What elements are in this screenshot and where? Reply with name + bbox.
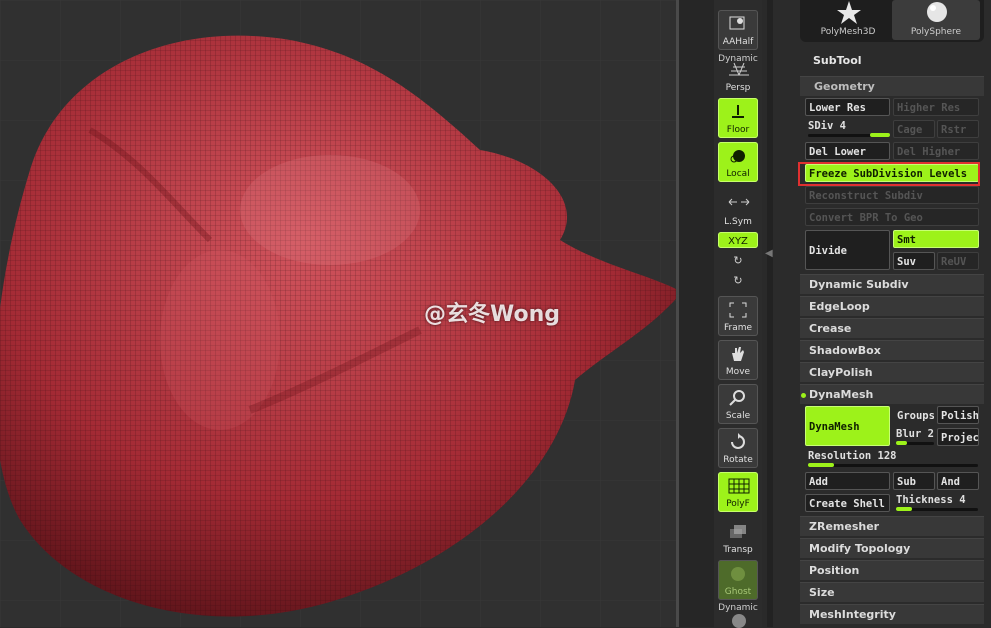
position-section[interactable]: Position — [800, 560, 984, 580]
reuv-button[interactable]: ReUV — [937, 252, 979, 270]
perspective-grid-icon — [729, 62, 749, 76]
floor-label: Floor — [726, 125, 750, 135]
create-shell-button[interactable]: Create Shell — [805, 494, 890, 512]
polyframe-grid-icon — [728, 478, 750, 494]
gutter — [679, 0, 714, 627]
dynamic-subdiv-section[interactable]: Dynamic Subdiv — [800, 274, 984, 294]
hand-icon — [732, 347, 744, 361]
rotate-label: Rotate — [723, 455, 753, 465]
blur-slider-label: Blur 2 — [896, 428, 934, 440]
meshintegrity-section[interactable]: MeshIntegrity — [800, 604, 984, 624]
highlight-box — [798, 162, 980, 186]
xyz-button[interactable]: XYZ — [718, 232, 758, 248]
shadowbox-section[interactable]: ShadowBox — [800, 340, 984, 360]
viewport-canvas[interactable] — [0, 0, 676, 627]
polysphere-thumb[interactable]: PolySphere — [892, 0, 980, 40]
rotate-z-icon[interactable]: ↻ — [718, 274, 758, 287]
suv-toggle[interactable]: Suv — [893, 252, 935, 270]
sub-button[interactable]: Sub — [893, 472, 935, 490]
ghost-icon — [731, 567, 745, 581]
dynamic-bottom-label: Dynamic — [718, 603, 758, 613]
polish-toggle[interactable]: Polish — [937, 406, 979, 424]
local-label: Local — [726, 169, 750, 179]
rotate-icon — [731, 433, 745, 449]
polyf-button[interactable]: PolyF — [718, 472, 758, 512]
mesh-render — [0, 0, 676, 627]
divide-button[interactable]: Divide — [805, 230, 890, 270]
polymesh3d-label: PolyMesh3D — [820, 27, 876, 37]
zremesher-section[interactable]: ZRemesher — [800, 516, 984, 536]
collapse-arrow-icon[interactable]: ◀ — [765, 248, 773, 262]
del-lower-button[interactable]: Del Lower — [805, 142, 890, 160]
resolution-slider-fill — [808, 463, 834, 467]
frame-icon — [729, 302, 747, 318]
aahalf-icon — [729, 16, 745, 30]
crease-section[interactable]: Crease — [800, 318, 984, 338]
subtool-header[interactable]: SubTool — [813, 54, 862, 67]
lsym-arrows-icon — [728, 198, 750, 206]
magnifier-icon — [729, 390, 745, 406]
convert-bpr-button[interactable]: Convert BPR To Geo — [805, 208, 979, 226]
transp-label: Transp — [723, 545, 753, 555]
move-button[interactable]: Move — [718, 340, 758, 380]
watermark: @玄冬Wong — [424, 302, 561, 327]
star-icon — [837, 1, 861, 24]
lower-res-button[interactable]: Lower Res — [805, 98, 890, 116]
active-indicator-dot — [801, 393, 806, 398]
resolution-slider-label: Resolution 128 — [808, 450, 897, 462]
lsym-label: L.Sym — [724, 217, 752, 227]
reconstruct-subdiv-button[interactable]: Reconstruct Subdiv — [805, 186, 979, 204]
scale-label: Scale — [725, 411, 751, 421]
aahalf-label: AAHalf — [722, 37, 754, 47]
transp-button[interactable]: Transp — [718, 518, 758, 558]
rotate-button[interactable]: Rotate — [718, 428, 758, 468]
claypolish-section[interactable]: ClayPolish — [800, 362, 984, 382]
sphere-icon — [927, 2, 947, 22]
local-icon — [730, 150, 745, 163]
ghost-button[interactable]: Ghost — [718, 560, 758, 600]
thickness-slider-fill — [896, 507, 912, 511]
size-section[interactable]: Size — [800, 582, 984, 602]
del-higher-button[interactable]: Del Higher — [893, 142, 979, 160]
modify-topology-section[interactable]: Modify Topology — [800, 538, 984, 558]
geometry-header[interactable]: Geometry — [800, 76, 984, 96]
project-toggle[interactable]: Projec — [937, 428, 979, 446]
thickness-slider-label: Thickness 4 — [896, 494, 966, 506]
persp-label: Persp — [725, 83, 751, 93]
aahalf-button[interactable]: AAHalf — [718, 10, 758, 50]
higher-res-button[interactable]: Higher Res — [893, 98, 979, 116]
frame-label: Frame — [723, 323, 753, 333]
tool-thumbnails: PolyMesh3D PolySphere — [800, 0, 984, 42]
frame-button[interactable]: Frame — [718, 296, 758, 336]
polyf-label: PolyF — [726, 499, 750, 509]
scale-button[interactable]: Scale — [718, 384, 758, 424]
polymesh3d-thumb[interactable]: PolyMesh3D — [804, 0, 892, 40]
xyz-label: XYZ — [728, 236, 748, 247]
ghost-label: Ghost — [724, 587, 752, 597]
sphere-icon[interactable] — [732, 614, 746, 628]
edgeloop-section[interactable]: EdgeLoop — [800, 296, 984, 316]
floor-icon — [732, 105, 744, 118]
sdiv-slider-fill — [870, 133, 890, 137]
rotate-y-icon[interactable]: ↻ — [718, 254, 758, 267]
groups-toggle[interactable]: Groups — [893, 406, 935, 424]
move-label: Move — [725, 367, 751, 377]
and-button[interactable]: And — [937, 472, 979, 490]
persp-button[interactable]: Persp — [718, 56, 758, 96]
local-button[interactable]: Local — [718, 142, 758, 182]
cage-button[interactable]: Cage — [893, 120, 935, 138]
add-button[interactable]: Add — [805, 472, 890, 490]
sdiv-slider-label: SDiv 4 — [808, 120, 846, 132]
blur-slider-fill — [896, 441, 907, 445]
polysphere-label: PolySphere — [910, 27, 962, 37]
floor-button[interactable]: Floor — [718, 98, 758, 138]
lsym-button[interactable]: L.Sym — [718, 190, 758, 230]
dynamesh-section[interactable]: DynaMesh — [800, 384, 984, 404]
smt-toggle[interactable]: Smt — [893, 230, 979, 248]
right-shelf: AAHalf Dynamic Persp Floor Local L.Sym X… — [714, 0, 762, 628]
dynamesh-button[interactable]: DynaMesh — [805, 406, 890, 446]
rstr-button[interactable]: Rstr — [937, 120, 979, 138]
transparency-icon — [730, 525, 746, 538]
